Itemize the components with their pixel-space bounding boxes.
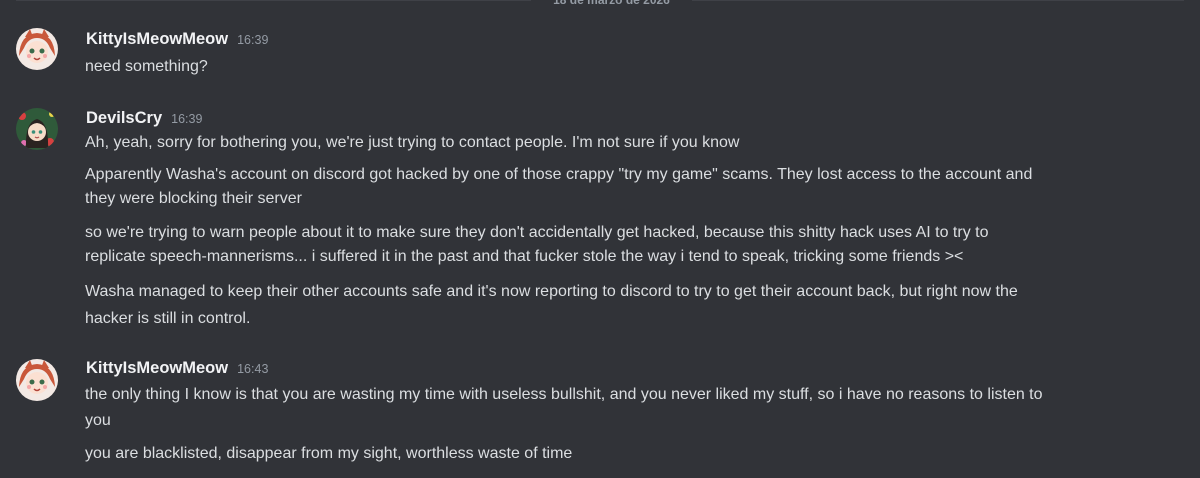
username[interactable]: KittyIsMeowMeow [86,357,228,379]
message-text: hacker is still in control. [85,310,251,327]
message-text: Washa managed to keep their other accoun… [85,283,1018,300]
date-divider-label: 18 de marzo de 2026 [553,0,670,7]
timestamp[interactable]: 16:43 [237,358,268,380]
message-header: DevilsCry 16:39 [86,107,202,130]
message-text: the only thing I know is that you are wa… [85,386,1043,403]
message-text: they were blocking their server [85,190,302,207]
avatar[interactable] [16,108,58,150]
message-text: need something? [85,58,208,75]
timestamp[interactable]: 16:39 [237,29,268,51]
avatar[interactable] [16,359,58,401]
message-text: you [85,412,111,429]
message-header: KittyIsMeowMeow 16:39 [86,28,268,51]
message-text: Apparently Washa's account on discord go… [85,166,1033,183]
date-divider: 18 de marzo de 2026 [0,0,1200,9]
message-text: replicate speech-mannerisms... i suffere… [85,248,964,265]
timestamp[interactable]: 16:39 [171,108,202,130]
username[interactable]: DevilsCry [86,107,162,129]
message-text: so we're trying to warn people about it … [85,224,989,241]
message-text: you are blacklisted, disappear from my s… [85,445,573,462]
message-header: KittyIsMeowMeow 16:43 [86,357,268,380]
avatar[interactable] [16,28,58,70]
username[interactable]: KittyIsMeowMeow [86,28,228,50]
message-text: Ah, yeah, sorry for bothering you, we're… [85,134,740,151]
